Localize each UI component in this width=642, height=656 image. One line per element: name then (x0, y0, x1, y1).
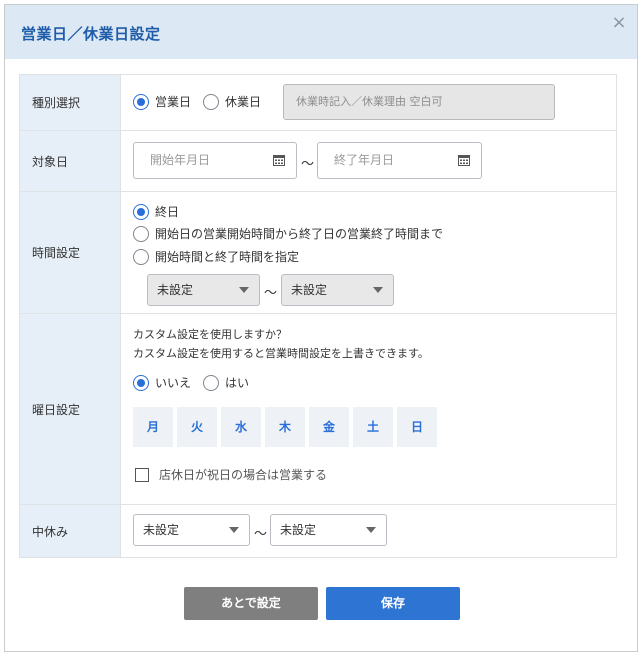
row-target-date: 対象日 開始年月日 ～ 終了年月日 (19, 130, 617, 192)
caret-down-icon (229, 527, 239, 533)
day-button-tue[interactable]: 火 (177, 407, 217, 447)
custom-setting-question: カスタム設定を使用しますか？ (133, 328, 287, 341)
radio-custom-yes[interactable]: はい (203, 374, 249, 391)
start-date-placeholder: 開始年月日 (150, 153, 211, 167)
row-type-select: 種別選択 営業日 休業日 休業時記入／休業理由 空白可 (19, 74, 617, 131)
start-time-select[interactable]: 未設定 (147, 274, 260, 306)
start-date-input[interactable]: 開始年月日 (133, 142, 297, 179)
radio-unchecked-icon (133, 225, 149, 242)
day-button-sun[interactable]: 日 (397, 407, 437, 447)
radio-specify-time[interactable]: 開始時間と終了時間を指定 (133, 248, 299, 265)
end-date-placeholder: 終了年月日 (334, 153, 395, 167)
holiday-reason-input[interactable]: 休業時記入／休業理由 空白可 (283, 84, 555, 120)
day-button-mon[interactable]: 月 (133, 407, 173, 447)
radio-all-day[interactable]: 終日 (133, 203, 179, 220)
holiday-open-checkbox[interactable]: 店休日が祝日の場合は営業する (135, 466, 327, 483)
radio-label: いいえ (155, 376, 192, 390)
radio-unchecked-icon (203, 93, 219, 110)
radio-checked-icon (133, 93, 149, 110)
select-value: 未設定 (280, 523, 317, 537)
label-type-select: 種別選択 (19, 74, 121, 131)
radio-label: 開始日の営業開始時間から終了日の営業終了時間まで (155, 227, 444, 241)
break-start-select[interactable]: 未設定 (133, 514, 250, 546)
later-button[interactable]: あとで設定 (184, 587, 318, 620)
day-button-wed[interactable]: 水 (221, 407, 261, 447)
radio-unchecked-icon (203, 374, 219, 391)
settings-form: 種別選択 営業日 休業日 休業時記入／休業理由 空白可 対象日 開始年月日 ～ … (19, 74, 617, 558)
select-value: 未設定 (291, 283, 328, 297)
custom-setting-description: カスタム設定を使用すると営業時間設定を上書きできます。 (133, 347, 429, 360)
label-break: 中休み (19, 504, 121, 558)
radio-checked-icon (133, 203, 149, 220)
close-icon[interactable]: × (609, 13, 629, 33)
break-end-select[interactable]: 未設定 (270, 514, 387, 546)
dialog-header: 営業日／休業日設定 × (5, 5, 637, 59)
row-time-setting: 時間設定 終日 開始日の営業開始時間から終了日の営業終了時間まで 開始時間と終了… (19, 191, 617, 314)
calendar-icon (273, 155, 285, 166)
time-range-separator: ～ (264, 286, 278, 301)
radio-holiday[interactable]: 休業日 (203, 93, 261, 110)
date-range-separator: ～ (301, 157, 315, 172)
label-weekday-setting: 曜日設定 (19, 313, 121, 505)
holiday-open-label: 店休日が祝日の場合は営業する (159, 468, 328, 482)
dialog-title: 営業日／休業日設定 (21, 25, 161, 43)
day-button-thu[interactable]: 木 (265, 407, 305, 447)
label-target-date: 対象日 (19, 130, 121, 192)
weekday-buttons: 月 火 水 木 金 土 日 (133, 407, 445, 447)
day-button-fri[interactable]: 金 (309, 407, 349, 447)
radio-label: はい (225, 376, 250, 390)
break-range-separator: ～ (254, 527, 268, 542)
radio-business-hours-span[interactable]: 開始日の営業開始時間から終了日の営業終了時間まで (133, 225, 443, 242)
label-time-setting: 時間設定 (19, 191, 121, 314)
radio-label: 営業日 (155, 95, 192, 109)
day-button-sat[interactable]: 土 (353, 407, 393, 447)
checkbox-unchecked-icon (135, 467, 149, 482)
select-value: 未設定 (157, 283, 194, 297)
caret-down-icon (373, 287, 383, 293)
end-time-select[interactable]: 未設定 (281, 274, 394, 306)
radio-label: 休業日 (225, 95, 262, 109)
radio-label: 終日 (155, 205, 180, 219)
radio-checked-icon (133, 374, 149, 391)
caret-down-icon (366, 527, 376, 533)
row-weekday-setting: 曜日設定 カスタム設定を使用しますか？ カスタム設定を使用すると営業時間設定を上… (19, 313, 617, 505)
caret-down-icon (239, 287, 249, 293)
radio-business-day[interactable]: 営業日 (133, 93, 191, 110)
save-button[interactable]: 保存 (326, 587, 460, 620)
end-date-input[interactable]: 終了年月日 (317, 142, 482, 179)
select-value: 未設定 (143, 523, 180, 537)
radio-label: 開始時間と終了時間を指定 (155, 250, 300, 264)
row-break: 中休み 未設定 ～ 未設定 (19, 504, 617, 558)
calendar-icon (458, 155, 470, 166)
radio-unchecked-icon (133, 248, 149, 265)
radio-custom-no[interactable]: いいえ (133, 374, 191, 391)
custom-setting-text: カスタム設定を使用しますか？ カスタム設定を使用すると営業時間設定を上書きできま… (133, 325, 429, 363)
